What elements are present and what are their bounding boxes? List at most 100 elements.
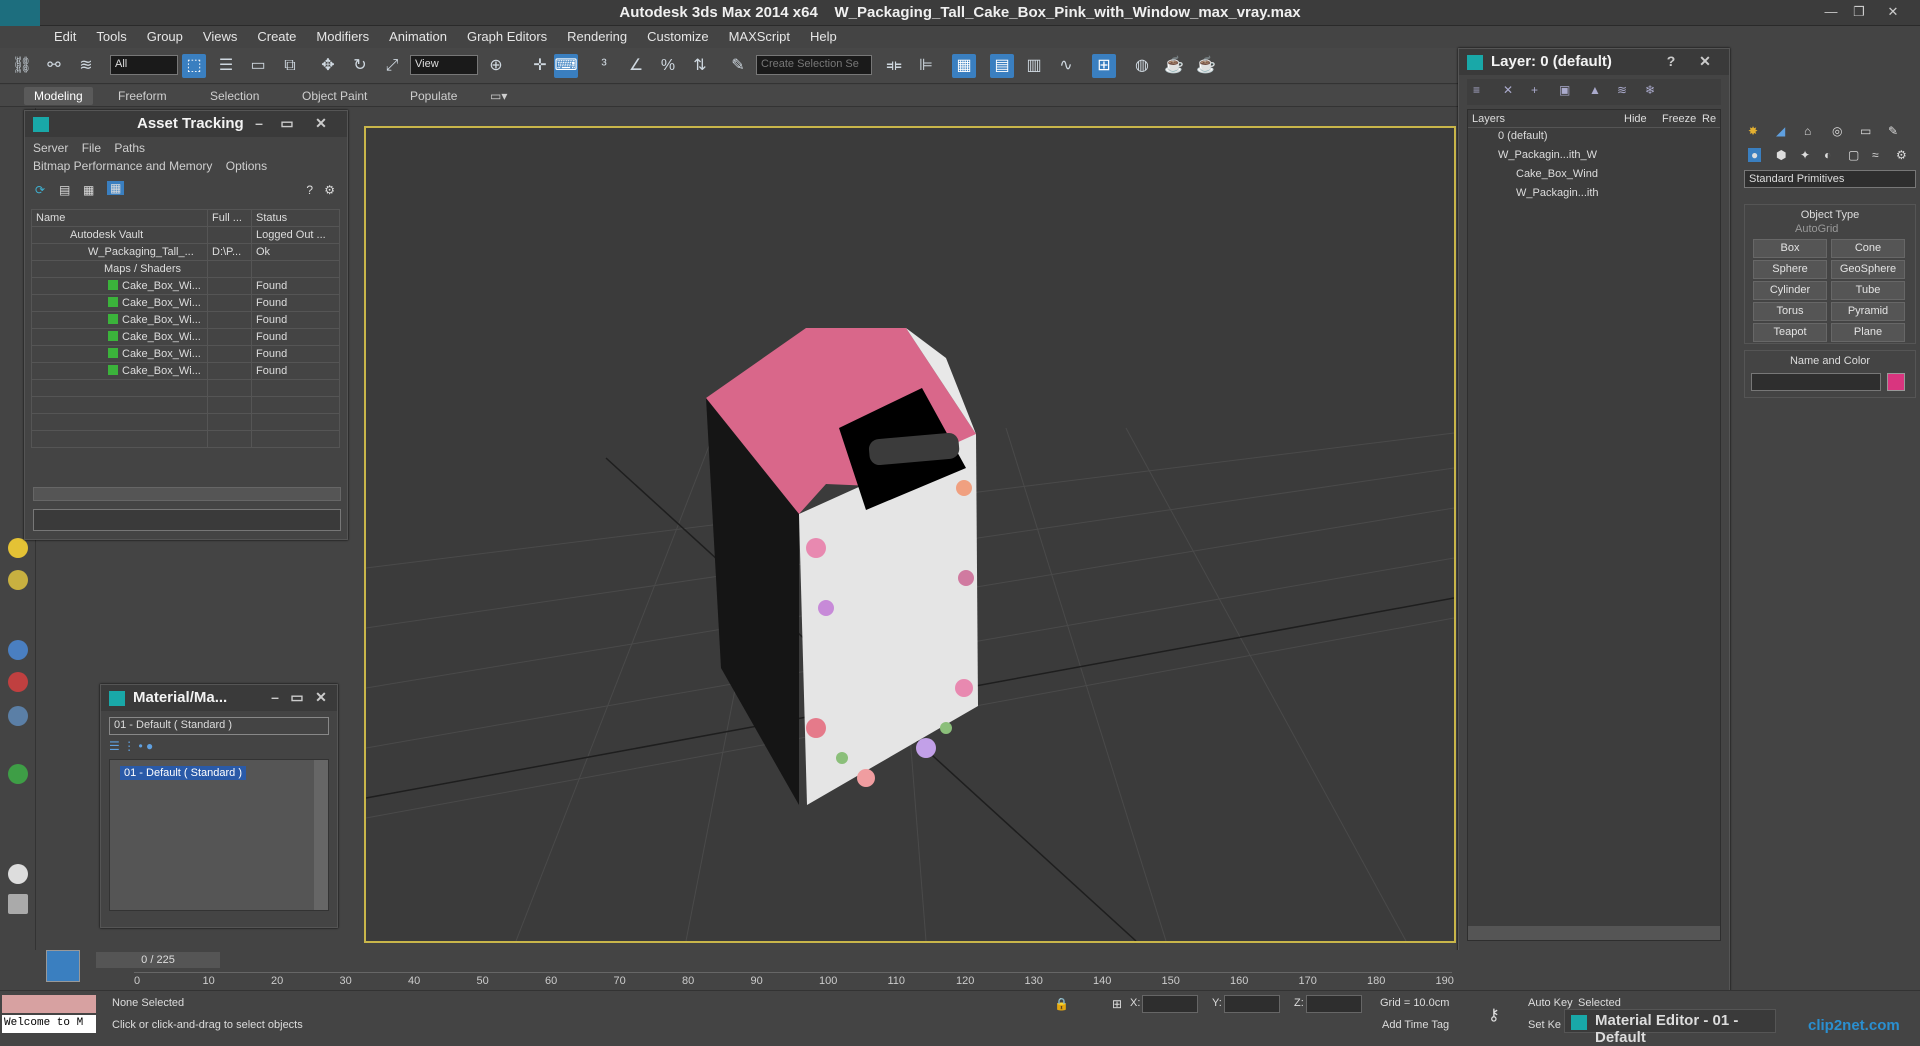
unlink-icon[interactable]: ⚯ [42,54,66,78]
cone-button[interactable]: Cone [1831,239,1905,258]
keyboard-shortcut-icon[interactable]: ⌨ [554,54,578,78]
close-button[interactable]: ✕ [1695,52,1715,72]
set-key-button[interactable]: Set Ke [1528,1019,1561,1031]
settings-icon[interactable]: ⚙ [324,183,335,197]
scene-explorer-icon[interactable]: ▦ [952,54,976,78]
table-row[interactable]: Cake_Box_Wi... Found [31,277,340,295]
light-icon[interactable] [8,538,28,558]
minimize-button[interactable]: – [265,688,285,708]
render-icon[interactable]: ☕ [1194,54,1218,78]
select-manipulate-icon[interactable]: ✛ [528,54,552,78]
column-header-freeze[interactable]: Freeze [1660,110,1700,127]
selection-filter-dropdown[interactable]: All [110,55,178,75]
menu-rendering[interactable]: Rendering [557,26,637,48]
bind-space-warp-icon[interactable]: ≋ [74,54,98,78]
motion-tab-icon[interactable]: ◎ [1832,124,1842,138]
autogrid-checkbox[interactable]: AutoGrid [1795,223,1838,235]
key-filter-dropdown[interactable]: Selected [1578,997,1621,1009]
y-coordinate-field[interactable] [1224,995,1280,1013]
tree-icon[interactable] [8,764,28,784]
helper-icon[interactable] [8,640,28,660]
dot-icon[interactable]: • [138,739,142,753]
maximize-button[interactable]: ▭ [287,688,307,708]
utilities-tab-icon[interactable]: ✎ [1888,124,1898,138]
tab-object-paint[interactable]: Object Paint [302,89,367,103]
refresh-icon[interactable]: ⟳ [35,183,45,197]
freeze-all-icon[interactable]: ❄ [1645,83,1655,97]
systems-icon[interactable] [8,706,28,726]
lights-icon[interactable]: ✦ [1800,148,1810,162]
move-icon[interactable]: ✥ [316,54,340,78]
link-icon[interactable]: ⛓ [10,54,34,78]
x-coordinate-field[interactable] [1142,995,1198,1013]
material-name-field[interactable]: 01 - Default ( Standard ) [109,717,329,735]
table-row[interactable]: Autodesk Vault Logged Out ... [31,226,340,244]
tab-modeling[interactable]: Modeling [24,87,93,105]
tab-freeform[interactable]: Freeform [118,89,167,103]
menu-maxscript[interactable]: MAXScript [719,26,800,48]
shapes-icon[interactable]: ⬢ [1776,148,1786,162]
menu-group[interactable]: Group [137,26,193,48]
menu-server[interactable]: Server [33,141,68,155]
menu-options[interactable]: Options [226,159,267,173]
box-button[interactable]: Box [1753,239,1827,258]
menu-views[interactable]: Views [193,26,247,48]
time-slider[interactable]: 0 / 225 [96,952,220,968]
menu-file[interactable]: File [82,141,101,155]
column-header-hide[interactable]: Hide [1622,110,1660,127]
geometry-icon[interactable]: ● [1748,148,1762,162]
curve-editor-icon[interactable]: ∿ [1054,54,1078,78]
tube-button[interactable]: Tube [1831,281,1905,300]
menu-customize[interactable]: Customize [637,26,718,48]
table-row[interactable]: Cake_Box_Wi... Found [31,345,340,363]
align-icon[interactable]: ⊫ [914,54,938,78]
menu-modifiers[interactable]: Modifiers [306,26,379,48]
column-header-status[interactable]: Status [251,209,340,227]
delete-layer-icon[interactable]: ✕ [1503,83,1513,97]
close-button[interactable]: ✕ [1880,3,1906,21]
spinner-snap-icon[interactable]: ⇅ [688,54,712,78]
material-editor-taskbar[interactable]: Material Editor - 01 - Default [1564,1009,1776,1046]
table-row[interactable]: Cake_Box_Wi... Found [31,294,340,312]
horizontal-scrollbar[interactable] [1468,926,1720,940]
minimize-button[interactable]: — [1818,3,1844,21]
close-button[interactable]: ✕ [311,114,331,134]
geosphere-button[interactable]: GeoSphere [1831,260,1905,279]
create-layer-icon[interactable]: ≡ [1473,83,1480,97]
graphite-icon[interactable]: ▥ [1022,54,1046,78]
table-row[interactable]: Maps / Shaders [31,260,340,278]
window-crossing-icon[interactable]: ⧉ [278,54,302,78]
time-config-icon[interactable] [46,950,80,982]
select-object-icon[interactable]: ⬚ [182,54,206,78]
add-to-layer-icon[interactable]: + [1531,83,1538,97]
layer-row[interactable]: W_Packagin...ith_W [1468,147,1720,166]
menu-tools[interactable]: Tools [86,26,136,48]
absolute-mode-icon[interactable]: ⊞ [1112,997,1122,1011]
column-header-name[interactable]: Name [31,209,208,227]
key-icon[interactable]: ⚷ [1488,1005,1500,1025]
tab-selection[interactable]: Selection [210,89,259,103]
layer-manager-icon[interactable]: ▤ [990,54,1014,78]
select-by-name-icon[interactable]: ☰ [214,54,238,78]
object-color-swatch[interactable] [1887,373,1905,391]
layer-row[interactable]: W_Packagin...ith [1468,185,1720,204]
snap-3d-icon[interactable]: ³ [592,54,616,78]
cameras-icon[interactable]: ◐ [1824,148,1831,162]
torus-button[interactable]: Torus [1753,302,1827,321]
spacewarps-icon[interactable]: ≈ [1872,148,1879,162]
pyramid-button[interactable]: Pyramid [1831,302,1905,321]
frame-ruler[interactable]: 0 10 20 30 40 50 60 70 80 90 100 110 120 130 140 150 160… [134,972,1454,990]
camera-icon[interactable] [8,570,28,590]
percent-snap-icon[interactable]: % [656,54,680,78]
list-icon[interactable]: ☰ [109,739,120,753]
render-setup-icon[interactable]: ☕ [1162,54,1186,78]
grid-icon[interactable] [8,894,28,914]
scale-icon[interactable]: ⤢ [380,54,404,78]
select-layer-icon[interactable]: ▣ [1559,83,1570,97]
display-tab-icon[interactable]: ▭ [1860,124,1871,138]
add-time-tag[interactable]: Add Time Tag [1382,1019,1449,1031]
menu-bitmap-performance[interactable]: Bitmap Performance and Memory [33,159,212,173]
table-view-icon[interactable]: ▦ [107,181,125,195]
perspective-viewport[interactable] [364,126,1456,943]
layer-row[interactable]: 0 (default) [1468,128,1720,147]
